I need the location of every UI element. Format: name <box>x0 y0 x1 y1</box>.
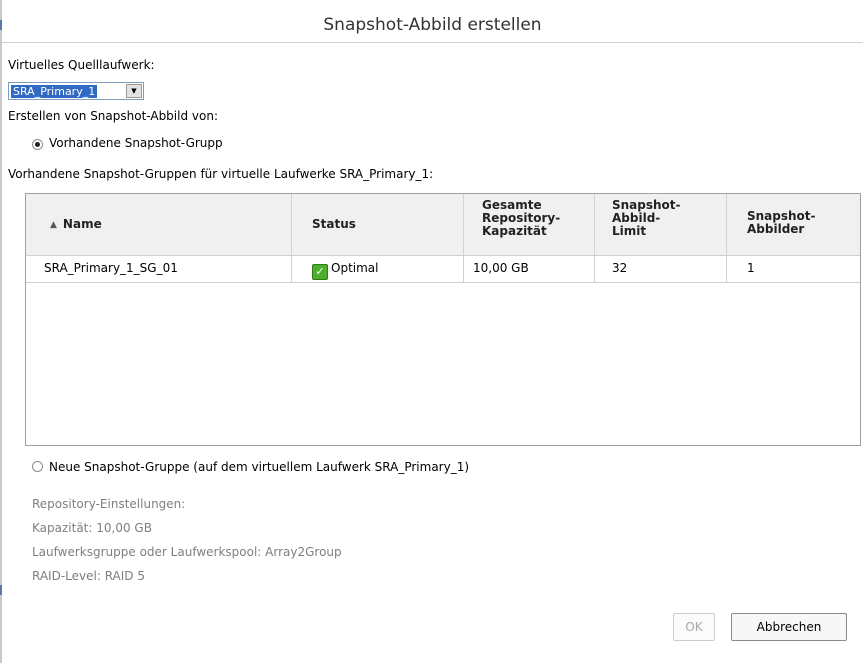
status-text: Optimal <box>331 261 379 275</box>
source-drive-label: Virtuelles Quelllaufwerk: <box>8 58 155 72</box>
left-border-marker <box>0 585 2 595</box>
column-limit-label: Snapshot-Abbild-Limit <box>612 198 681 238</box>
cell-status: ✓ Optimal <box>292 255 464 282</box>
column-name-label: Name <box>62 217 102 231</box>
cell-name: SRA_Primary_1_SG_01 <box>26 255 292 282</box>
new-group-radio[interactable] <box>32 461 43 472</box>
snapshot-groups-table: ▲ Name Status Gesamte Repository-Kapazitä… <box>25 193 861 446</box>
ok-button[interactable]: OK <box>673 613 715 641</box>
dialog-title: Snapshot-Abbild erstellen <box>2 8 863 43</box>
source-drive-select[interactable]: SRA_Primary_1 ▼ <box>8 82 144 100</box>
repository-pool: Laufwerksgruppe oder Laufwerkspool: Arra… <box>32 545 342 559</box>
create-from-label: Erstellen von Snapshot-Abbild von: <box>8 109 218 123</box>
sort-ascending-icon: ▲ <box>50 220 57 230</box>
column-header-capacity[interactable]: Gesamte Repository-Kapazität <box>464 194 595 255</box>
new-group-radio-label[interactable]: Neue Snapshot-Gruppe (auf dem virtuellem… <box>49 460 469 474</box>
existing-groups-label: Vorhandene Snapshot-Gruppen für virtuell… <box>8 167 434 181</box>
repository-capacity: Kapazität: 10,00 GB <box>32 521 152 535</box>
repository-heading: Repository-Einstellungen: <box>32 497 186 511</box>
column-images-label: Snapshot-Abbilder <box>747 209 816 236</box>
chevron-down-icon[interactable]: ▼ <box>126 84 142 98</box>
existing-group-radio-label[interactable]: Vorhandene Snapshot-Grupp <box>49 136 223 150</box>
cell-capacity: 10,00 GB <box>464 255 595 282</box>
existing-group-radio[interactable] <box>32 139 43 150</box>
column-status-label: Status <box>312 217 356 231</box>
table-row[interactable]: SRA_Primary_1_SG_01 ✓ Optimal 10,00 GB 32… <box>26 255 860 283</box>
left-border <box>0 0 2 663</box>
source-drive-value: SRA_Primary_1 <box>9 84 99 99</box>
column-header-name[interactable]: ▲ Name <box>26 194 292 255</box>
cell-limit: 32 <box>595 255 727 282</box>
column-header-status[interactable]: Status <box>292 194 464 255</box>
cancel-button[interactable]: Abbrechen <box>731 613 847 641</box>
table-header: ▲ Name Status Gesamte Repository-Kapazitä… <box>26 194 860 256</box>
column-header-images[interactable]: Snapshot-Abbilder <box>727 194 860 255</box>
cell-images: 1 <box>747 261 755 275</box>
checkmark-icon: ✓ <box>312 264 328 280</box>
column-header-limit[interactable]: Snapshot-Abbild-Limit <box>595 194 727 255</box>
repository-raid: RAID-Level: RAID 5 <box>32 569 145 583</box>
column-capacity-label: Gesamte Repository-Kapazität <box>482 198 561 238</box>
